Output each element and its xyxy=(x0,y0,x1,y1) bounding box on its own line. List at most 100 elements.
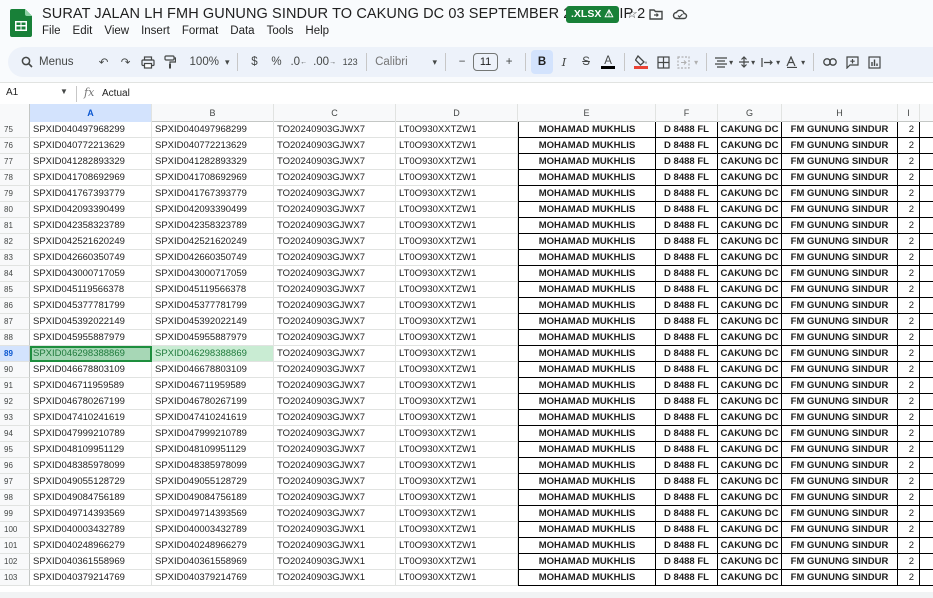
vertical-align-icon[interactable]: ▾ xyxy=(736,50,758,74)
cell-to-number[interactable]: TO20240903GJWX7 xyxy=(274,378,396,394)
cell-id-a[interactable]: SPXID049084756189 xyxy=(30,490,152,506)
cell-driver[interactable]: MOHAMAD MUKHLIS xyxy=(518,442,656,458)
horizontal-align-icon[interactable]: ▾ xyxy=(712,50,736,74)
sheets-logo-icon[interactable] xyxy=(10,9,32,37)
text-wrapping-icon[interactable]: ▾ xyxy=(758,50,783,74)
cell-driver[interactable]: MOHAMAD MUKHLIS xyxy=(518,218,656,234)
print-icon[interactable] xyxy=(137,50,159,74)
cell-origin[interactable]: FM GUNUNG SINDUR xyxy=(782,362,898,378)
cell-destination[interactable]: CAKUNG DC xyxy=(718,570,782,586)
cell-j[interactable] xyxy=(920,426,933,442)
column-header-e[interactable]: E xyxy=(518,104,656,122)
cell-destination[interactable]: CAKUNG DC xyxy=(718,122,782,138)
cell-destination[interactable]: CAKUNG DC xyxy=(718,346,782,362)
cell-plate[interactable]: D 8488 FL xyxy=(656,410,718,426)
cell-lt-number[interactable]: LT0O930XXTZW1 xyxy=(396,490,518,506)
cell-id-b[interactable]: SPXID046298388869 xyxy=(152,346,274,362)
row-header[interactable]: 91 xyxy=(0,378,30,394)
fill-color-button[interactable] xyxy=(630,50,652,74)
cell-id-b[interactable]: SPXID048109951129 xyxy=(152,442,274,458)
cell-trip[interactable]: 2 xyxy=(898,458,920,474)
cell-id-a[interactable]: SPXID041708692969 xyxy=(30,170,152,186)
cell-trip[interactable]: 2 xyxy=(898,202,920,218)
cell-destination[interactable]: CAKUNG DC xyxy=(718,490,782,506)
row-header[interactable]: 100 xyxy=(0,522,30,538)
cell-driver[interactable]: MOHAMAD MUKHLIS xyxy=(518,202,656,218)
cloud-status-icon[interactable] xyxy=(672,6,688,22)
cell-to-number[interactable]: TO20240903GJWX7 xyxy=(274,154,396,170)
cell-id-b[interactable]: SPXID042093390499 xyxy=(152,202,274,218)
menu-file[interactable]: File xyxy=(42,25,67,37)
cell-driver[interactable]: MOHAMAD MUKHLIS xyxy=(518,458,656,474)
cell-to-number[interactable]: TO20240903GJWX7 xyxy=(274,170,396,186)
cell-origin[interactable]: FM GUNUNG SINDUR xyxy=(782,202,898,218)
cell-lt-number[interactable]: LT0O930XXTZW1 xyxy=(396,186,518,202)
menu-insert[interactable]: Insert xyxy=(141,25,176,37)
cell-lt-number[interactable]: LT0O930XXTZW1 xyxy=(396,138,518,154)
cell-driver[interactable]: MOHAMAD MUKHLIS xyxy=(518,554,656,570)
cell-destination[interactable]: CAKUNG DC xyxy=(718,554,782,570)
redo-icon[interactable]: ↷ xyxy=(115,50,137,74)
cell-id-b[interactable]: SPXID049084756189 xyxy=(152,490,274,506)
cell-destination[interactable]: CAKUNG DC xyxy=(718,154,782,170)
cell-trip[interactable]: 2 xyxy=(898,570,920,586)
menu-view[interactable]: View xyxy=(104,25,135,37)
cell-plate[interactable]: D 8488 FL xyxy=(656,266,718,282)
cell-driver[interactable]: MOHAMAD MUKHLIS xyxy=(518,346,656,362)
cell-j[interactable] xyxy=(920,490,933,506)
cell-to-number[interactable]: TO20240903GJWX1 xyxy=(274,554,396,570)
cell-id-b[interactable]: SPXID043000717059 xyxy=(152,266,274,282)
borders-icon[interactable] xyxy=(652,50,674,74)
row-header[interactable]: 86 xyxy=(0,298,30,314)
cell-to-number[interactable]: TO20240903GJWX7 xyxy=(274,250,396,266)
cell-id-a[interactable]: SPXID048385978099 xyxy=(30,458,152,474)
cell-origin[interactable]: FM GUNUNG SINDUR xyxy=(782,314,898,330)
cell-plate[interactable]: D 8488 FL xyxy=(656,378,718,394)
cell-trip[interactable]: 2 xyxy=(898,506,920,522)
merge-cells-icon[interactable]: ▾ xyxy=(674,50,701,74)
cell-driver[interactable]: MOHAMAD MUKHLIS xyxy=(518,170,656,186)
cell-trip[interactable]: 2 xyxy=(898,538,920,554)
move-icon[interactable] xyxy=(648,6,664,22)
cell-id-b[interactable]: SPXID040772213629 xyxy=(152,138,274,154)
cell-lt-number[interactable]: LT0O930XXTZW1 xyxy=(396,234,518,250)
cell-driver[interactable]: MOHAMAD MUKHLIS xyxy=(518,186,656,202)
cell-j[interactable] xyxy=(920,394,933,410)
cell-destination[interactable]: CAKUNG DC xyxy=(718,506,782,522)
cell-id-b[interactable]: SPXID045377781799 xyxy=(152,298,274,314)
cell-j[interactable] xyxy=(920,554,933,570)
cell-trip[interactable]: 2 xyxy=(898,346,920,362)
cell-plate[interactable]: D 8488 FL xyxy=(656,394,718,410)
row-header[interactable]: 95 xyxy=(0,442,30,458)
cell-trip[interactable]: 2 xyxy=(898,474,920,490)
cell-origin[interactable]: FM GUNUNG SINDUR xyxy=(782,330,898,346)
row-header[interactable]: 84 xyxy=(0,266,30,282)
row-header[interactable]: 82 xyxy=(0,234,30,250)
row-header[interactable]: 94 xyxy=(0,426,30,442)
menu-format[interactable]: Format xyxy=(182,25,224,37)
cell-driver[interactable]: MOHAMAD MUKHLIS xyxy=(518,522,656,538)
cell-to-number[interactable]: TO20240903GJWX1 xyxy=(274,522,396,538)
cell-id-a[interactable]: SPXID042358323789 xyxy=(30,218,152,234)
cell-destination[interactable]: CAKUNG DC xyxy=(718,202,782,218)
cell-id-b[interactable]: SPXID047410241619 xyxy=(152,410,274,426)
row-header[interactable]: 80 xyxy=(0,202,30,218)
cell-id-a[interactable]: SPXID046678803109 xyxy=(30,362,152,378)
cell-id-a[interactable]: SPXID045955887979 xyxy=(30,330,152,346)
cell-lt-number[interactable]: LT0O930XXTZW1 xyxy=(396,426,518,442)
cell-to-number[interactable]: TO20240903GJWX7 xyxy=(274,314,396,330)
cell-origin[interactable]: FM GUNUNG SINDUR xyxy=(782,570,898,586)
cell-plate[interactable]: D 8488 FL xyxy=(656,234,718,250)
cell-to-number[interactable]: TO20240903GJWX7 xyxy=(274,298,396,314)
cell-origin[interactable]: FM GUNUNG SINDUR xyxy=(782,554,898,570)
cell-j[interactable] xyxy=(920,170,933,186)
cell-trip[interactable]: 2 xyxy=(898,298,920,314)
cell-origin[interactable]: FM GUNUNG SINDUR xyxy=(782,154,898,170)
cell-id-b[interactable]: SPXID045119566378 xyxy=(152,282,274,298)
cell-driver[interactable]: MOHAMAD MUKHLIS xyxy=(518,506,656,522)
cell-destination[interactable]: CAKUNG DC xyxy=(718,138,782,154)
column-header-h[interactable]: H xyxy=(782,104,898,122)
cell-destination[interactable]: CAKUNG DC xyxy=(718,282,782,298)
cell-id-a[interactable]: SPXID042660350749 xyxy=(30,250,152,266)
cell-driver[interactable]: MOHAMAD MUKHLIS xyxy=(518,282,656,298)
